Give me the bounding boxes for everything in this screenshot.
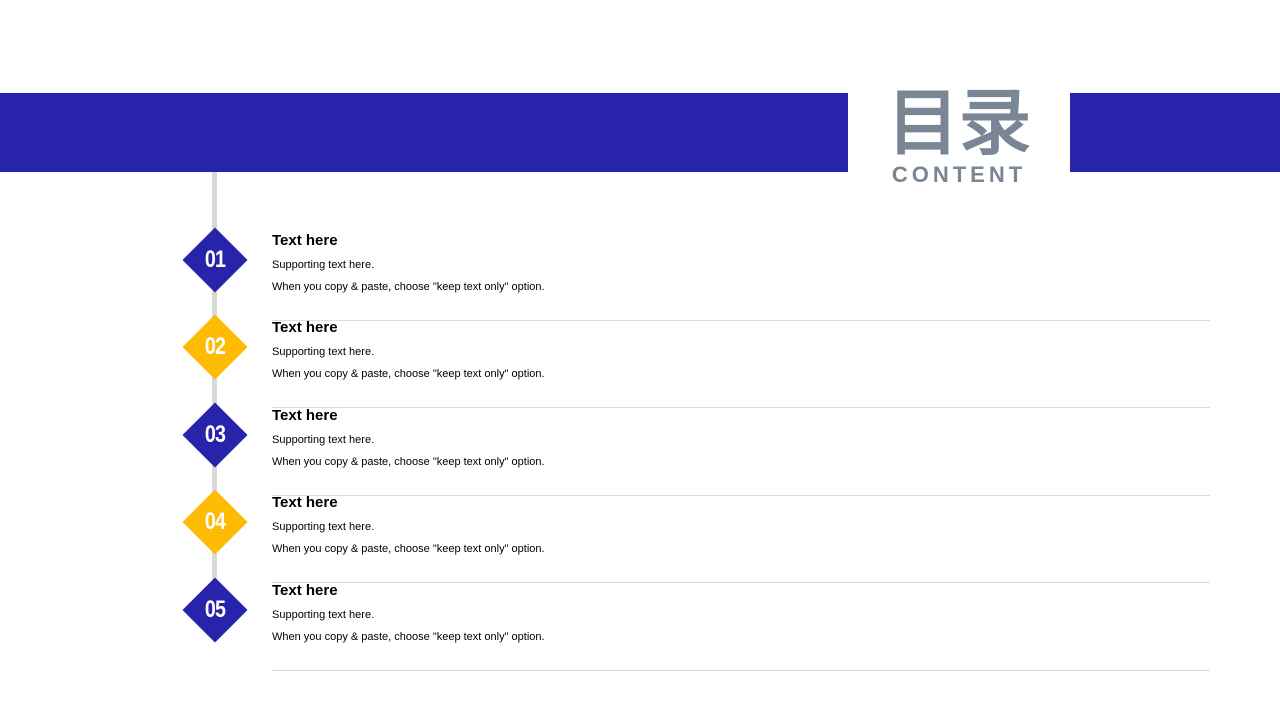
slide: 目录 CONTENT 01 Text here Supporting text … bbox=[0, 0, 1280, 720]
number-label-03: 03 bbox=[204, 421, 226, 448]
list-item-02[interactable]: Text here Supporting text here. When you… bbox=[272, 319, 1210, 408]
number-label-02: 02 bbox=[204, 333, 226, 360]
item-note-text: When you copy & paste, choose "keep text… bbox=[272, 281, 545, 293]
header-band-right bbox=[1070, 93, 1280, 172]
item-note-text: When you copy & paste, choose "keep text… bbox=[272, 631, 545, 643]
item-supporting-text: Supporting text here. bbox=[272, 521, 375, 533]
list-item-05[interactable]: Text here Supporting text here. When you… bbox=[272, 582, 1210, 671]
item-note-text: When you copy & paste, choose "keep text… bbox=[272, 543, 545, 555]
item-title: Text here bbox=[272, 582, 338, 599]
item-note-text: When you copy & paste, choose "keep text… bbox=[272, 456, 545, 468]
item-title: Text here bbox=[272, 494, 338, 511]
number-label-04: 04 bbox=[204, 508, 226, 535]
item-title: Text here bbox=[272, 407, 338, 424]
number-label-01: 01 bbox=[204, 246, 226, 273]
title-box: 目录 CONTENT bbox=[848, 80, 1070, 192]
header-band-left bbox=[0, 93, 848, 172]
page-title: 目录 bbox=[886, 81, 1031, 165]
item-supporting-text: Supporting text here. bbox=[272, 434, 375, 446]
list-item-03[interactable]: Text here Supporting text here. When you… bbox=[272, 407, 1210, 496]
item-title: Text here bbox=[272, 232, 338, 249]
item-title: Text here bbox=[272, 319, 338, 336]
number-label-05: 05 bbox=[204, 596, 226, 623]
item-supporting-text: Supporting text here. bbox=[272, 346, 375, 358]
item-supporting-text: Supporting text here. bbox=[272, 609, 375, 621]
page-subtitle: CONTENT bbox=[891, 162, 1027, 187]
item-note-text: When you copy & paste, choose "keep text… bbox=[272, 368, 545, 380]
list-item-04[interactable]: Text here Supporting text here. When you… bbox=[272, 494, 1210, 583]
list-item-01[interactable]: Text here Supporting text here. When you… bbox=[272, 232, 1210, 321]
item-supporting-text: Supporting text here. bbox=[272, 259, 375, 271]
